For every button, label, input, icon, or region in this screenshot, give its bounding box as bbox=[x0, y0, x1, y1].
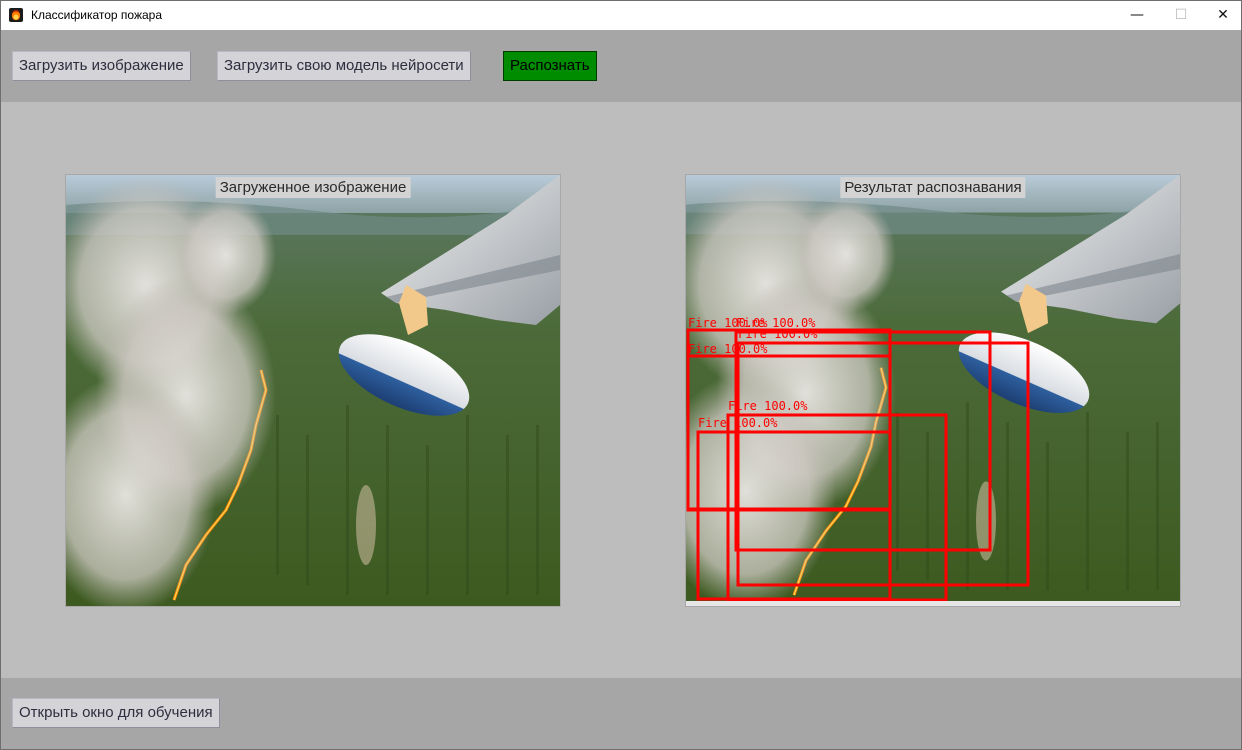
title-bar: Классификатор пожара — ☐ ✕ bbox=[1, 1, 1241, 30]
detection-label: Fire 100.0% bbox=[698, 416, 778, 430]
result-image-title: Результат распознавания bbox=[840, 177, 1026, 198]
open-training-button[interactable]: Открыть окно для обучения bbox=[12, 698, 220, 728]
minimize-icon[interactable]: — bbox=[1115, 1, 1159, 30]
maximize-icon[interactable]: ☐ bbox=[1159, 1, 1203, 30]
close-icon[interactable]: ✕ bbox=[1201, 1, 1241, 30]
loaded-image-title: Загруженное изображение bbox=[215, 177, 411, 198]
loaded-image-panel: Загруженное изображение bbox=[65, 174, 561, 607]
load-image-button[interactable]: Загрузить изображение bbox=[12, 51, 191, 81]
window-title: Классификатор пожара bbox=[31, 8, 162, 22]
detection-label: Fire 100.0% bbox=[738, 327, 818, 341]
result-image-panel: Fire 100.0% Fire 100.0% Fire 100.0% Fire… bbox=[685, 174, 1181, 607]
loaded-image bbox=[66, 175, 560, 606]
fire-app-icon bbox=[9, 8, 23, 22]
recognize-button[interactable]: Распознать bbox=[503, 51, 597, 81]
detection-label: Fire 100.0% bbox=[688, 342, 768, 356]
result-image: Fire 100.0% Fire 100.0% Fire 100.0% Fire… bbox=[686, 175, 1180, 601]
detection-label: Fire 100.0% bbox=[728, 399, 808, 413]
load-model-button[interactable]: Загрузить свою модель нейросети bbox=[217, 51, 471, 81]
top-toolbar: Загрузить изображение Загрузить свою мод… bbox=[1, 30, 1241, 102]
app-window: Классификатор пожара — ☐ ✕ Загрузить изо… bbox=[0, 0, 1242, 750]
bottom-toolbar: Открыть окно для обучения bbox=[1, 678, 1241, 749]
